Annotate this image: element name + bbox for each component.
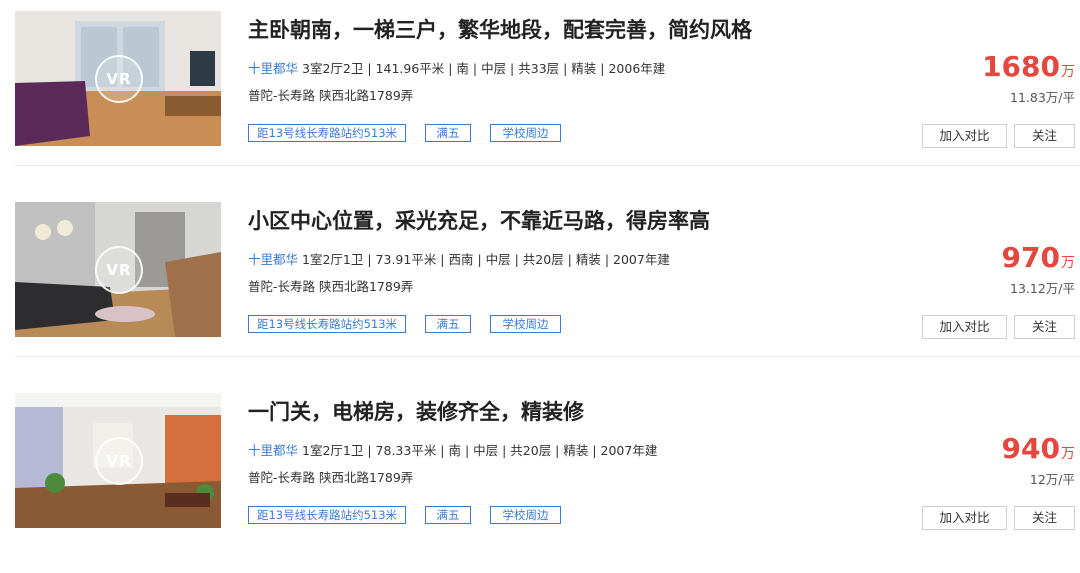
tag-five-years: 满五 — [425, 124, 471, 142]
price-value: 1680 — [982, 50, 1060, 83]
price-unit: 万 — [1061, 255, 1075, 271]
tag-school: 学校周边 — [490, 124, 561, 142]
tag-school: 学校周边 — [490, 506, 561, 524]
community-link[interactable]: 十里都华 — [248, 252, 298, 267]
follow-button[interactable]: 关注 — [1014, 124, 1075, 148]
vr-icon[interactable]: VR — [95, 437, 143, 485]
listing-info: 十里都华 1室2厅1卫 | 73.91平米 | 西南 | 中层 | 共20层 | … — [248, 249, 670, 268]
unit-price: 12万/平 — [1029, 472, 1075, 487]
tag-school: 学校周边 — [490, 315, 561, 333]
price-value: 970 — [1001, 241, 1060, 274]
listing-card[interactable]: VR 小区中心位置，采光充足，不靠近马路，得房率高 十里都华 1室2厅1卫 | 7… — [0, 191, 1080, 382]
unit-price: 11.83万/平 — [1010, 90, 1075, 105]
listing-photo[interactable]: VR — [15, 393, 221, 528]
community-link[interactable]: 十里都华 — [248, 61, 298, 76]
tag-five-years: 满五 — [425, 506, 471, 524]
house-details: 3室2厅2卫 | 141.96平米 | 南 | 中层 | 共33层 | 精装 |… — [302, 61, 666, 76]
listing-title[interactable]: 小区中心位置，采光充足，不靠近马路，得房率高 — [248, 205, 710, 235]
price-unit: 万 — [1061, 64, 1075, 80]
price-unit: 万 — [1061, 446, 1075, 462]
listing-photo[interactable]: VR — [15, 11, 221, 146]
total-price: 940万 — [1002, 432, 1075, 465]
listing-photo[interactable]: VR — [15, 202, 221, 337]
listing-info: 十里都华 1室2厅1卫 | 78.33平米 | 南 | 中层 | 共20层 | 精… — [248, 440, 657, 459]
total-price: 1680万 — [982, 50, 1075, 83]
follow-button[interactable]: 关注 — [1014, 506, 1075, 530]
listing-info: 十里都华 3室2厅2卫 | 141.96平米 | 南 | 中层 | 共33层 | … — [248, 58, 665, 77]
divider — [15, 165, 1080, 166]
listing-card[interactable]: VR 主卧朝南，一梯三户，繁华地段，配套完善，简约风格 十里都华 3室2厅2卫 |… — [0, 0, 1080, 191]
unit-price: 13.12万/平 — [1010, 281, 1075, 296]
house-details: 1室2厅1卫 | 73.91平米 | 西南 | 中层 | 共20层 | 精装 |… — [302, 252, 670, 267]
tag-subway: 距13号线长寿路站约513米 — [248, 506, 406, 524]
listing-address: 普陀-长寿路 陕西北路1789弄 — [248, 279, 414, 294]
add-compare-button[interactable]: 加入对比 — [922, 124, 1007, 148]
listing-address: 普陀-长寿路 陕西北路1789弄 — [248, 470, 414, 485]
house-details: 1室2厅1卫 | 78.33平米 | 南 | 中层 | 共20层 | 精装 | … — [302, 443, 658, 458]
listing-address: 普陀-长寿路 陕西北路1789弄 — [248, 88, 414, 103]
follow-button[interactable]: 关注 — [1014, 315, 1075, 339]
vr-icon[interactable]: VR — [95, 246, 143, 294]
tag-subway: 距13号线长寿路站约513米 — [248, 315, 406, 333]
price-value: 940 — [1001, 432, 1060, 465]
community-link[interactable]: 十里都华 — [248, 443, 298, 458]
add-compare-button[interactable]: 加入对比 — [922, 506, 1007, 530]
listing-title[interactable]: 主卧朝南，一梯三户，繁华地段，配套完善，简约风格 — [248, 14, 752, 44]
vr-icon[interactable]: VR — [95, 55, 143, 103]
tag-five-years: 满五 — [425, 315, 471, 333]
tag-subway: 距13号线长寿路站约513米 — [248, 124, 406, 142]
divider — [15, 356, 1080, 357]
listing-card[interactable]: VR 一门关，电梯房，装修齐全，精装修 十里都华 1室2厅1卫 | 78.33平米… — [0, 382, 1080, 573]
add-compare-button[interactable]: 加入对比 — [922, 315, 1007, 339]
listing-title[interactable]: 一门关，电梯房，装修齐全，精装修 — [248, 396, 584, 426]
total-price: 970万 — [1002, 241, 1075, 274]
